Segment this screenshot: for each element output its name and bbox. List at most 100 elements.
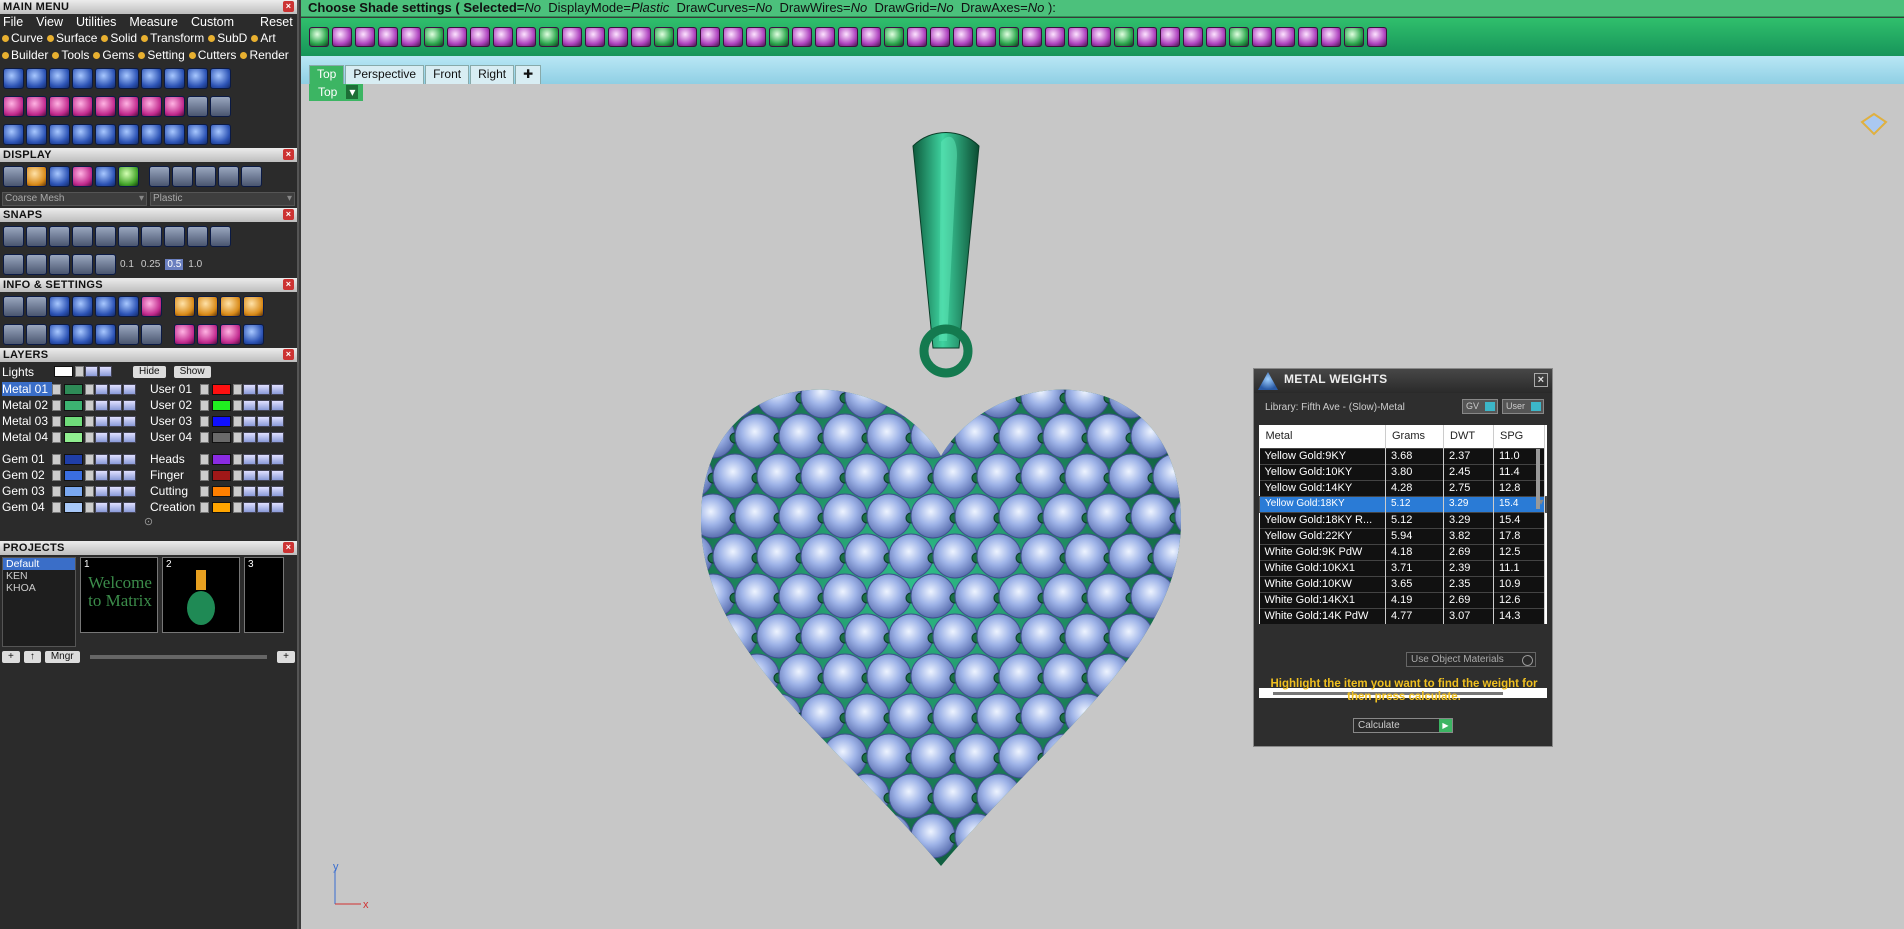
cone-tool-icon[interactable]	[118, 67, 139, 89]
layer-edit-icon[interactable]	[109, 485, 122, 497]
toolbar-pulse-icon[interactable]	[1183, 27, 1203, 47]
layer-visible-toggle[interactable]	[85, 415, 94, 427]
layer-name[interactable]: User 01	[150, 382, 200, 396]
calculate-button[interactable]: Calculate	[1353, 718, 1453, 733]
layer-name[interactable]: Cutting	[150, 484, 200, 498]
layer-edit-icon[interactable]	[257, 431, 270, 443]
star-tool-icon[interactable]	[95, 67, 116, 89]
close-icon[interactable]: ×	[283, 149, 294, 160]
toolbar-pyramid-icon[interactable]	[401, 27, 421, 47]
layer-select-icon[interactable]	[123, 469, 136, 481]
toolbar-dome-icon[interactable]	[539, 27, 559, 47]
snap-grid-icon[interactable]	[3, 225, 24, 247]
toolbar-helix-icon[interactable]	[953, 27, 973, 47]
layer-lock-icon[interactable]	[95, 431, 108, 443]
toolbar-star-icon[interactable]	[1137, 27, 1157, 47]
info-tool-3-icon[interactable]	[220, 295, 241, 317]
layer-row[interactable]: Gem 04	[0, 499, 148, 515]
layer-select-icon[interactable]	[271, 453, 284, 465]
layer-color-swatch[interactable]	[212, 485, 231, 497]
show-button[interactable]: Show	[173, 365, 211, 378]
bend-tool-icon[interactable]	[49, 123, 70, 145]
manager-button[interactable]: Mngr	[44, 651, 80, 663]
box-info-icon[interactable]	[72, 295, 93, 317]
toolbar-folders-icon[interactable]	[1252, 27, 1272, 47]
layer-visible-toggle[interactable]	[233, 501, 242, 513]
menu-utilities[interactable]: Utilities	[76, 15, 116, 29]
document-icon[interactable]	[141, 323, 162, 345]
layer-select-icon[interactable]	[271, 383, 284, 395]
toolbar-rails-icon[interactable]	[1275, 27, 1295, 47]
sphere-display-1-icon[interactable]	[149, 165, 170, 187]
layer-select-icon[interactable]	[123, 431, 136, 443]
check-tool-icon[interactable]	[187, 95, 208, 117]
module-transform[interactable]: Transform	[141, 30, 204, 47]
layer-name[interactable]: User 04	[150, 430, 200, 444]
layer-select-icon[interactable]	[123, 383, 136, 395]
use-object-materials-toggle[interactable]: Use Object Materials	[1406, 652, 1536, 667]
join-tool-icon[interactable]	[164, 95, 185, 117]
search-icon[interactable]	[26, 295, 47, 317]
globe-icon[interactable]	[95, 165, 116, 187]
viewport-menu-icon[interactable]: ▾	[346, 85, 359, 99]
table-row[interactable]: White Gold:14KX1 4.19 2.69 12.6	[1259, 591, 1547, 608]
module-subd[interactable]: SubD	[208, 30, 247, 47]
delete-tool-icon[interactable]	[210, 95, 231, 117]
add-thumbnail-icon[interactable]: +	[277, 651, 295, 663]
layer-select-icon[interactable]	[271, 485, 284, 497]
layer-color-swatch[interactable]	[212, 415, 231, 427]
layer-color-swatch[interactable]	[64, 485, 83, 497]
object-snap-icon[interactable]	[95, 253, 116, 275]
toolbar-pick-icon[interactable]	[493, 27, 513, 47]
toolbar-cylinder-icon[interactable]	[976, 27, 996, 47]
curve-tool-icon[interactable]	[26, 67, 47, 89]
snap-quad-icon[interactable]	[141, 225, 162, 247]
wireframe-icon[interactable]	[3, 165, 24, 187]
layer-row[interactable]: Gem 02	[0, 467, 148, 483]
layer-lock-icon[interactable]	[95, 383, 108, 395]
layer-edit-icon[interactable]	[257, 415, 270, 427]
toolbar-bracelet-icon[interactable]	[838, 27, 858, 47]
move-point-icon[interactable]	[26, 95, 47, 117]
column-metal[interactable]: Metal	[1259, 425, 1386, 448]
layer-current-toggle[interactable]	[52, 485, 61, 497]
layer-edit-icon[interactable]	[257, 399, 270, 411]
toolbar-tree-icon[interactable]	[424, 27, 444, 47]
layers-collapse-icon[interactable]: ⊙	[0, 515, 297, 541]
user-toggle[interactable]: User	[1501, 399, 1544, 414]
layer-current-toggle[interactable]	[200, 469, 209, 481]
info-tool-1-icon[interactable]	[174, 295, 195, 317]
toolbar-cube-icon[interactable]	[355, 27, 375, 47]
close-icon[interactable]: ×	[1534, 373, 1548, 387]
layer-row[interactable]: Heads	[148, 451, 296, 467]
cylinder-tool-icon[interactable]	[187, 67, 208, 89]
layer-edit-icon[interactable]	[109, 453, 122, 465]
toolbar-frames-icon[interactable]	[677, 27, 697, 47]
layer-select-icon[interactable]	[271, 399, 284, 411]
layer-current-toggle[interactable]	[52, 501, 61, 513]
array-tool-icon[interactable]	[3, 123, 24, 145]
layer-visible-toggle[interactable]	[233, 485, 242, 497]
info-tool-6-icon[interactable]	[197, 323, 218, 345]
layer-lock-icon[interactable]	[95, 415, 108, 427]
layer-color-swatch[interactable]	[212, 469, 231, 481]
snap-end-icon[interactable]	[72, 225, 93, 247]
toolbar-bars-icon[interactable]	[1229, 27, 1249, 47]
distribute-tool-icon[interactable]	[187, 123, 208, 145]
rotate-tool-icon[interactable]	[26, 123, 47, 145]
layer-lock-icon[interactable]	[95, 399, 108, 411]
close-icon[interactable]: ×	[283, 279, 294, 290]
table-row[interactable]: Yellow Gold:18KY 5.12 3.29 15.4	[1259, 495, 1547, 512]
module-render[interactable]: Render	[240, 47, 288, 64]
toolbar-grid-icon[interactable]	[769, 27, 789, 47]
module-tools[interactable]: Tools	[52, 47, 89, 64]
layer-current-toggle[interactable]	[52, 399, 61, 411]
toolbar-gem-icon[interactable]	[1068, 27, 1088, 47]
layer-name[interactable]: Gem 03	[2, 484, 52, 498]
layer-visible-toggle[interactable]	[233, 453, 242, 465]
layer-select-icon[interactable]	[271, 415, 284, 427]
layer-lock-icon[interactable]	[95, 453, 108, 465]
toolbar-box-icon[interactable]	[332, 27, 352, 47]
layer-edit-icon[interactable]	[109, 501, 122, 513]
tab-perspective[interactable]: Perspective	[345, 65, 425, 84]
